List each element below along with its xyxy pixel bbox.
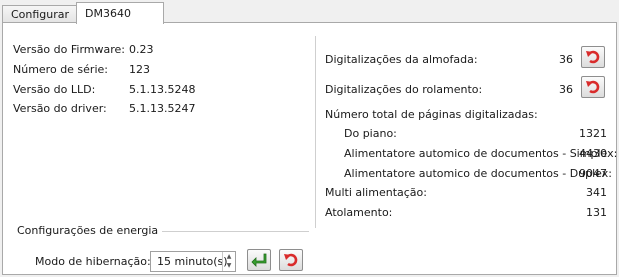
column-divider (315, 36, 316, 228)
firmware-label: Versão do Firmware: (13, 43, 125, 56)
pad-scans-value: 36 (559, 53, 573, 66)
multifeed-label: Multi alimentação: (325, 186, 427, 199)
driver-label: Versão do driver: (13, 102, 107, 115)
serial-label: Número de série: (13, 63, 108, 76)
serial-value: 123 (129, 63, 150, 76)
green-enter-arrow-icon (251, 253, 267, 267)
group-divider (161, 231, 309, 232)
reset-arrow-icon (586, 50, 600, 64)
roller-reset-button[interactable] (581, 76, 605, 98)
total-pages-label: Número total de páginas digitalizadas: (325, 108, 538, 121)
jam-label: Atolamento: (325, 206, 393, 219)
tab-configurar[interactable]: Configurar (2, 5, 77, 23)
apply-button[interactable] (247, 249, 271, 271)
hibernate-value: 15 minuto(s) (157, 255, 228, 268)
energy-reset-button[interactable] (279, 249, 303, 271)
tab-bar: Configurar DM3640 (0, 0, 619, 24)
tab-dm3640[interactable]: DM3640 (76, 2, 164, 24)
spin-buttons: ▲ ▼ (222, 252, 235, 271)
energy-group-title: Configurações de energia (17, 224, 163, 237)
flatbed-value: 1321 (579, 127, 607, 140)
lld-label: Versão do LLD: (13, 83, 96, 96)
pad-scans-label: Digitalizações da almofada: (325, 53, 478, 66)
adf-duplex-value: 9047 (579, 167, 607, 180)
hibernate-label: Modo de hibernação: (35, 255, 151, 268)
firmware-value: 0.23 (129, 43, 154, 56)
roller-scans-value: 36 (559, 83, 573, 96)
jam-value: 131 (586, 206, 607, 219)
reset-arrow-icon (284, 253, 298, 267)
spin-down-icon[interactable]: ▼ (223, 261, 235, 270)
pad-reset-button[interactable] (581, 46, 605, 68)
driver-value: 5.1.13.5247 (129, 102, 196, 115)
roller-scans-label: Digitalizações do rolamento: (325, 83, 483, 96)
reset-arrow-icon (586, 80, 600, 94)
adf-simplex-value: 4430 (579, 147, 607, 160)
flatbed-label: Do piano: (344, 127, 397, 140)
hibernate-spinbox[interactable]: 15 minuto(s) ▲ ▼ (150, 251, 236, 272)
tab-panel: Versão do Firmware: 0.23 Número de série… (2, 22, 617, 275)
multifeed-value: 341 (586, 186, 607, 199)
spin-up-icon[interactable]: ▲ (223, 252, 235, 261)
lld-value: 5.1.13.5248 (129, 83, 196, 96)
